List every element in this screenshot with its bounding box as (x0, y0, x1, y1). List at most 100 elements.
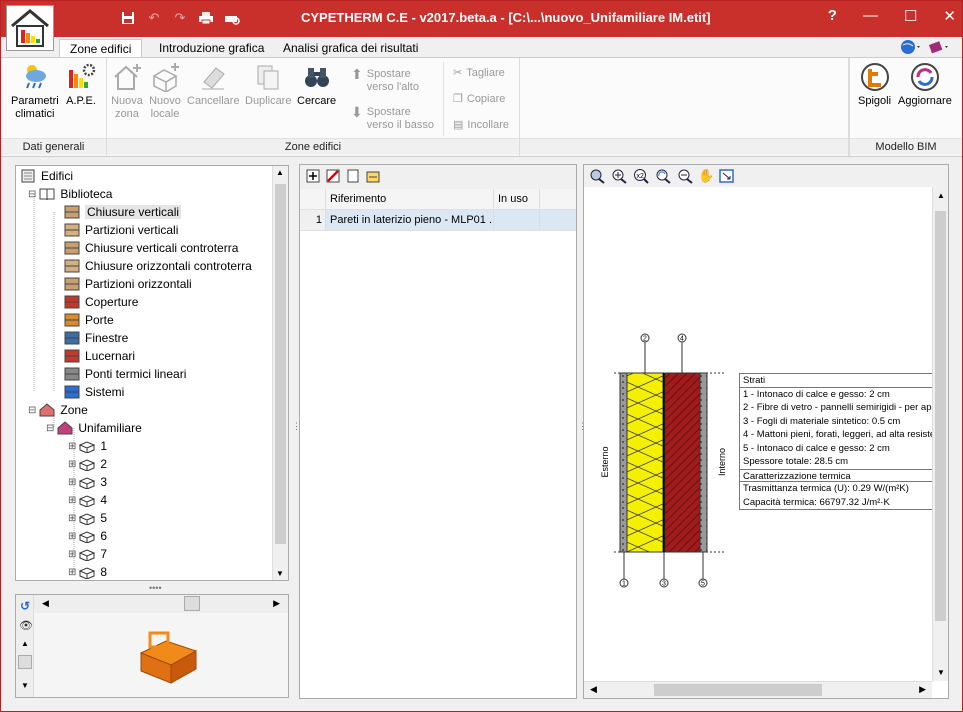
preview-hscroll-thumb[interactable] (184, 596, 200, 611)
expand-icon[interactable]: ⊞ (68, 477, 76, 488)
preview-scroll-right-icon[interactable]: ▶ (273, 598, 280, 609)
expand-icon[interactable]: ⊞ (68, 495, 76, 506)
spostare-alto-button[interactable]: ⬆ Spostare verso l'alto (351, 67, 419, 94)
tree-item-chiusure-verticali-controterra[interactable]: Chiusure verticali controterra (64, 239, 238, 257)
nuova-zona-button[interactable]: Nuova zona (111, 62, 143, 121)
nuovo-locale-button[interactable]: Nuovo locale (149, 62, 181, 121)
fit-view-icon[interactable] (718, 168, 736, 184)
tree-item-lucernari[interactable]: Lucernari (64, 347, 135, 365)
tree-locale-7[interactable]: ⊞ 7 (68, 545, 107, 563)
cercare-button[interactable]: Cercare (297, 62, 336, 108)
tagliare-button[interactable]: ✂ Tagliare (453, 67, 505, 80)
row-riferimento[interactable]: Pareti in laterizio pieno - MLP01 ... (326, 210, 494, 230)
tree-node-biblioteca[interactable]: ⊟ Biblioteca (28, 185, 112, 203)
expand-icon[interactable]: ⊞ (68, 567, 76, 578)
tree-item-sistemi[interactable]: Sistemi (64, 383, 124, 401)
expand-icon[interactable]: ⊞ (68, 531, 76, 542)
print-icon[interactable] (197, 9, 215, 27)
incollare-button[interactable]: ▤ Incollare (453, 119, 509, 132)
books-icon[interactable] (928, 39, 950, 58)
tree-node-unifamiliare[interactable]: ⊟ Unifamiliare (46, 419, 142, 437)
scroll-down-icon[interactable]: ▼ (276, 569, 284, 578)
zoom-out-icon[interactable] (676, 168, 694, 184)
save-icon[interactable] (119, 9, 137, 27)
tab-zone-edifici[interactable]: Zone edifici (59, 39, 143, 58)
tree-item-chiusure-verticali[interactable]: Chiusure verticali (64, 203, 182, 221)
spostare-basso-button[interactable]: ⬇ Spostare verso il basso (351, 105, 434, 132)
zoom-reset-icon[interactable] (588, 168, 606, 184)
duplicare-button[interactable]: Duplicare (245, 62, 291, 108)
zoom-factor-icon[interactable]: x2 (632, 168, 650, 184)
app-logo-icon[interactable] (6, 5, 54, 51)
drawing-scroll-right-icon[interactable]: ▶ (919, 684, 926, 695)
tree-item-finestre[interactable]: Finestre (64, 329, 128, 347)
tree-root-edifici[interactable]: Edifici (20, 167, 73, 185)
preview-scroll-down-icon[interactable]: ▼ (21, 681, 29, 690)
header-riferimento[interactable]: Riferimento (326, 189, 494, 209)
tree-locale-3[interactable]: ⊞ 3 (68, 473, 107, 491)
wall-section-canvas[interactable]: 1 2 3 4 5 Esterno Interno Strati 1 - Int… (584, 187, 932, 681)
drawing-vscroll-thumb[interactable] (935, 211, 946, 621)
globe-icon[interactable] (900, 39, 922, 58)
tree-locale-8[interactable]: ⊞ 8 (68, 563, 107, 580)
preview-vscroll-thumb[interactable] (18, 655, 32, 669)
copy-document-icon[interactable] (346, 169, 360, 185)
zoom-window-icon[interactable] (610, 168, 628, 184)
delete-icon[interactable] (326, 169, 340, 185)
zoom-previous-icon[interactable] (654, 168, 672, 184)
add-icon[interactable] (306, 169, 320, 185)
print-preview-icon[interactable] (223, 9, 241, 27)
redo-icon[interactable]: ↷ (171, 9, 189, 27)
drawing-scroll-down-icon[interactable]: ▼ (937, 668, 945, 677)
drawing-vscrollbar[interactable]: ▲ ▼ (932, 187, 948, 681)
tree-item-chiusure-orizzontali-controterra[interactable]: Chiusure orizzontali controterra (64, 257, 252, 275)
maximize-icon[interactable]: ☐ (904, 7, 917, 25)
drawing-hscroll-thumb[interactable] (654, 684, 822, 696)
preview-scroll-up-icon[interactable]: ▲ (21, 639, 29, 648)
edit-icon[interactable] (366, 169, 380, 185)
eye-icon[interactable]: 👁 (19, 619, 33, 632)
collapse-icon[interactable]: ⊟ (46, 423, 54, 434)
help-icon[interactable]: ? (828, 7, 837, 25)
pan-hand-icon[interactable]: ✋ (698, 168, 714, 184)
copiare-button[interactable]: ❐ Copiare (453, 93, 505, 106)
tree-locale-6[interactable]: ⊞ 6 (68, 527, 107, 545)
rotate-icon[interactable]: ↺ (20, 599, 30, 613)
drawing-hscrollbar[interactable]: ◀ ▶ (584, 681, 932, 698)
drawing-scroll-up-icon[interactable]: ▲ (937, 191, 945, 200)
minimize-icon[interactable]: — (863, 7, 878, 25)
expand-icon[interactable]: ⊞ (68, 549, 76, 560)
ape-button[interactable]: A.P.E. (65, 62, 97, 108)
expand-icon[interactable]: ⊞ (68, 441, 76, 452)
tree-locale-5[interactable]: ⊞ 5 (68, 509, 107, 527)
horizontal-splitter[interactable]: •••• (149, 583, 162, 593)
table-row[interactable]: 1 Pareti in laterizio pieno - MLP01 ... (300, 210, 576, 231)
tree-node-zone[interactable]: ⊟ Zone (28, 401, 88, 419)
expand-icon[interactable]: ⊞ (68, 459, 76, 470)
tree-item-porte[interactable]: Porte (64, 311, 114, 329)
scroll-thumb[interactable] (275, 184, 286, 544)
tab-analisi-grafica[interactable]: Analisi grafica dei risultati (273, 39, 428, 58)
tree-locale-4[interactable]: ⊞ 4 (68, 491, 107, 509)
tree-item-ponti-termici-lineari[interactable]: Ponti termici lineari (64, 365, 186, 383)
preview-scroll-left-icon[interactable]: ◀ (42, 598, 49, 609)
drawing-scroll-left-icon[interactable]: ◀ (590, 684, 597, 695)
aggiornare-button[interactable]: Aggiornare (898, 62, 952, 108)
header-in-uso[interactable]: In uso (494, 189, 540, 209)
row-in-uso[interactable] (494, 210, 540, 230)
expand-icon[interactable]: ⊞ (68, 513, 76, 524)
collapse-icon[interactable]: ⊟ (28, 189, 36, 200)
tree-locale-1[interactable]: ⊞ 1 (68, 437, 107, 455)
spigoli-button[interactable]: Spigoli (858, 62, 891, 108)
tree-item-coperture[interactable]: Coperture (64, 293, 138, 311)
scroll-up-icon[interactable]: ▲ (276, 168, 284, 177)
building-3d-icon[interactable] (136, 623, 206, 688)
tree-scrollbar[interactable]: ▲ ▼ (272, 166, 288, 580)
parametri-climatici-button[interactable]: Parametri climatici (11, 62, 59, 121)
tab-introduzione-grafica[interactable]: Introduzione grafica (149, 39, 274, 58)
cancellare-button[interactable]: Cancellare (187, 62, 240, 108)
tree-item-partizioni-verticali[interactable]: Partizioni verticali (64, 221, 178, 239)
collapse-icon[interactable]: ⊟ (28, 405, 36, 416)
tree-item-partizioni-orizzontali[interactable]: Partizioni orizzontali (64, 275, 192, 293)
undo-icon[interactable]: ↶ (145, 9, 163, 27)
